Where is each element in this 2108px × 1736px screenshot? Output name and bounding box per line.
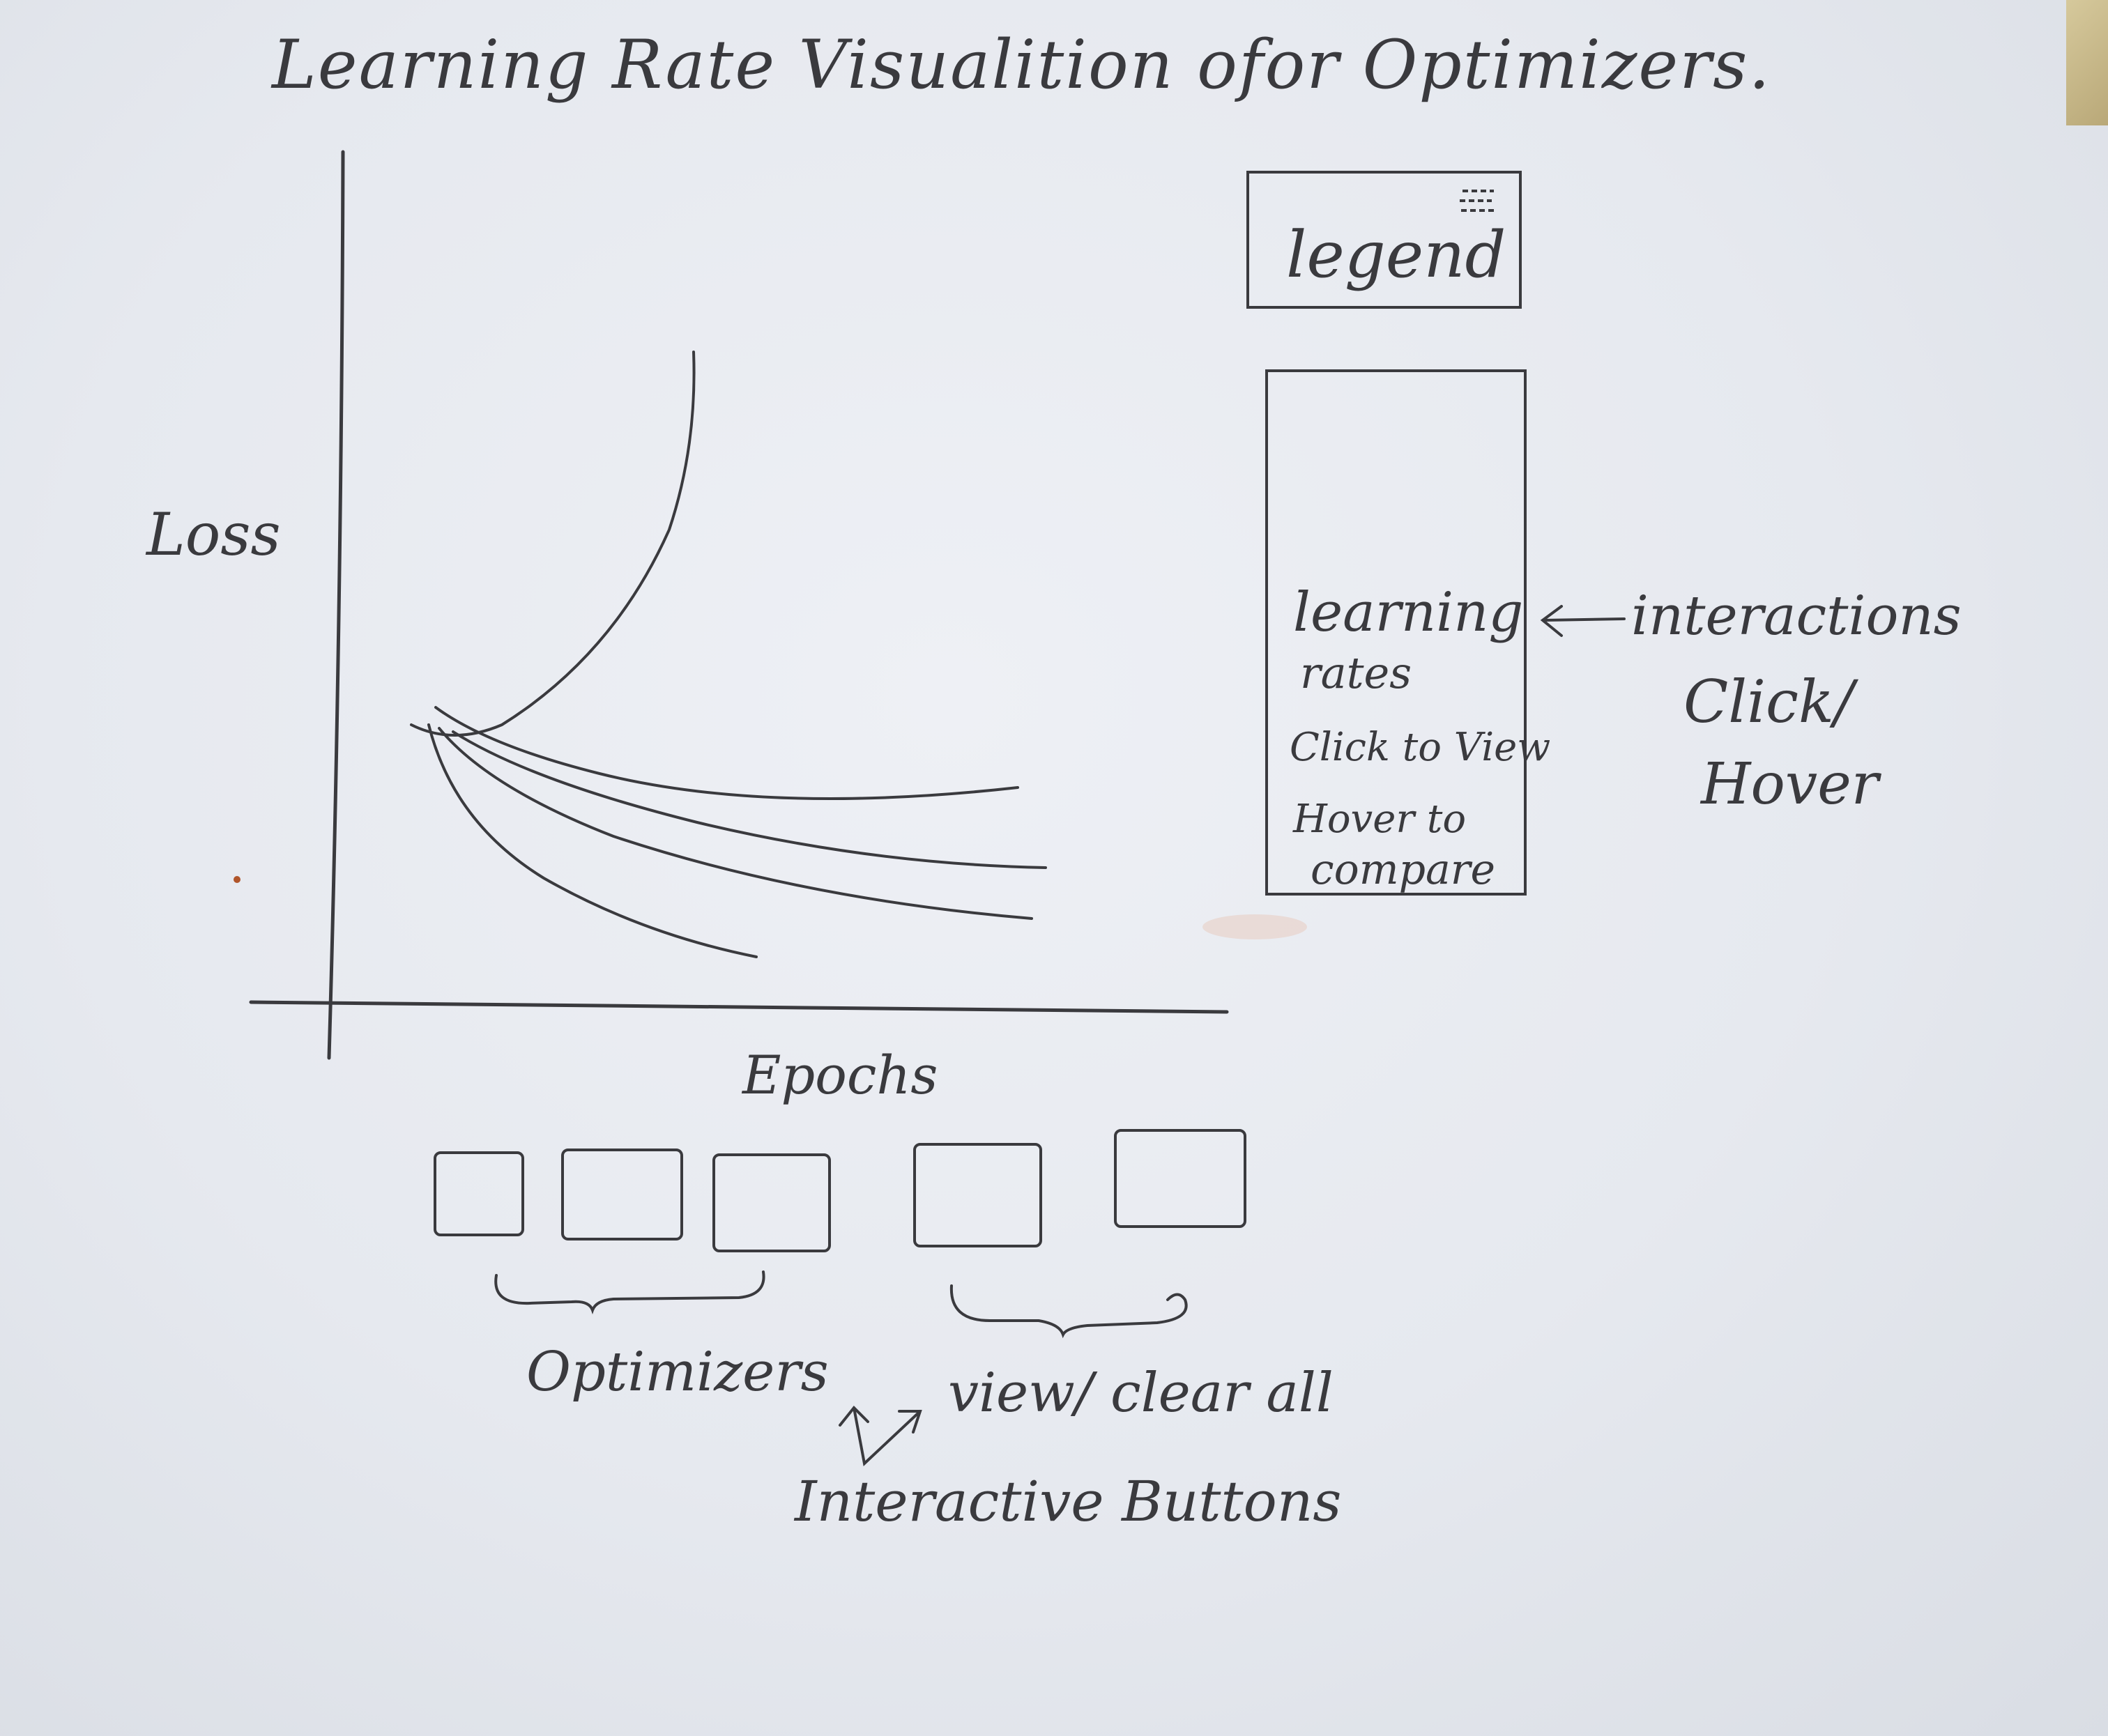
loss-curve-3 — [438, 727, 1033, 920]
loss-curve-1 — [434, 706, 1019, 800]
optimizer-button-2[interactable] — [561, 1149, 683, 1240]
view-clear-label: view/ clear all — [948, 1362, 1334, 1424]
interactive-buttons-arrow — [839, 1406, 922, 1466]
menu-lines-icon — [1460, 190, 1495, 212]
note-interactions: interactions — [1631, 585, 1962, 647]
panel-line-compare: compare — [1311, 845, 1495, 894]
optimizers-brace — [494, 1270, 765, 1314]
panel-line-rates: rates — [1300, 647, 1412, 698]
y-axis — [327, 150, 345, 1060]
interactive-buttons-label: Interactive Buttons — [795, 1469, 1342, 1534]
x-axis — [249, 1000, 1229, 1014]
interactions-arrow — [1540, 605, 1626, 637]
view-all-button[interactable] — [913, 1143, 1042, 1247]
loss-curve-diverging — [410, 351, 696, 737]
y-axis-label: Loss — [146, 500, 281, 569]
view-clear-brace — [949, 1284, 1188, 1339]
optimizer-button-3[interactable] — [712, 1153, 831, 1252]
smudge-dot — [234, 876, 240, 883]
note-hover: Hover — [1701, 751, 1879, 817]
legend-label: legend — [1286, 217, 1506, 292]
paper-sheet: Learning Rate Visualition ofor Optimizer… — [0, 0, 2108, 1736]
eraser-smudge — [1202, 914, 1307, 939]
note-click: Click/ — [1683, 668, 1854, 736]
panel-line-hover-to: Hover to — [1293, 797, 1467, 842]
panel-line-learning: learning — [1293, 581, 1524, 644]
loss-curve-2 — [452, 730, 1047, 869]
optimizers-label: Optimizers — [526, 1341, 829, 1404]
x-axis-label: Epochs — [742, 1044, 938, 1106]
clear-all-button[interactable] — [1114, 1129, 1246, 1228]
optimizer-button-1[interactable] — [434, 1151, 524, 1236]
page-title: Learning Rate Visualition ofor Optimizer… — [272, 26, 1771, 104]
loss-curve-4 — [427, 723, 758, 958]
panel-line-click-to-view: Click to View — [1290, 725, 1551, 770]
